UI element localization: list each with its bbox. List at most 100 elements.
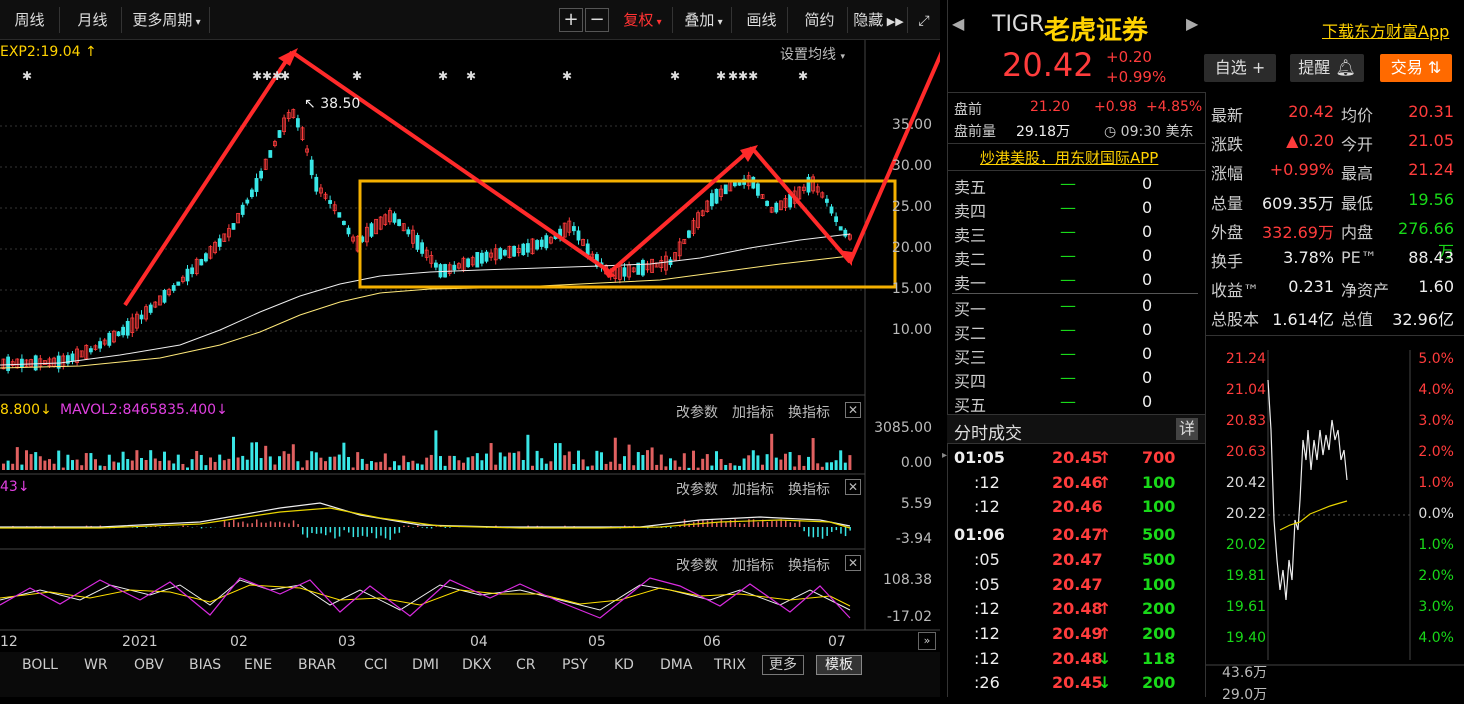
svg-text:✱: ✱	[466, 69, 476, 83]
volume-bar	[715, 451, 718, 470]
macd-y-label: 5.59	[862, 496, 932, 512]
kdj-j-line	[0, 578, 850, 618]
ask-row[interactable]: 卖五—0	[952, 174, 1202, 198]
premarket-label: 盘前	[954, 99, 982, 119]
bid-row[interactable]: 买五—0	[952, 392, 1202, 416]
watch-label: 自选	[1215, 58, 1247, 77]
overlay-dropdown[interactable]: 叠加 ▾	[676, 7, 732, 33]
indicator-tab[interactable]: CCI	[364, 657, 388, 673]
level-volume: 0	[1142, 344, 1152, 363]
ma-settings-button[interactable]: 设置均线 ▾	[780, 44, 845, 64]
add-indicator-button[interactable]: 加指标	[732, 555, 774, 575]
indicator-tab[interactable]: TRIX	[714, 657, 746, 673]
indicator-tab[interactable]: ENE	[244, 657, 272, 673]
download-app-link[interactable]: 下载东方财富App	[1322, 18, 1449, 42]
macd-bar	[251, 523, 253, 527]
stat-label: 总量	[1211, 190, 1243, 214]
ask-row[interactable]: 卖二—0	[952, 246, 1202, 270]
macd-bar	[233, 520, 235, 527]
volume-bar	[172, 463, 175, 470]
close-panel-button[interactable]: ✕	[845, 479, 861, 495]
indicator-tab[interactable]: WR	[84, 657, 108, 673]
volume-bar	[816, 463, 819, 470]
volume-bar	[163, 452, 166, 470]
macd-bar	[316, 527, 318, 534]
indicator-tab[interactable]: BRAR	[298, 657, 336, 673]
next-stock-button[interactable]: ▶	[1186, 14, 1198, 33]
trade-button[interactable]: 交易 ⇅	[1380, 54, 1452, 82]
indicator-tab[interactable]: BIAS	[189, 657, 221, 673]
hide-label: 隐藏	[853, 11, 883, 29]
indicator-tab[interactable]: DKX	[462, 657, 492, 673]
tick-row: :1220.48↓118	[952, 649, 1202, 673]
close-panel-button[interactable]: ✕	[845, 555, 861, 571]
draw-button[interactable]: 画线	[736, 7, 788, 33]
change-params-button[interactable]: 改参数	[676, 402, 718, 422]
template-button[interactable]: 模板	[816, 655, 862, 675]
tick-row: 01:0520.45↑700	[952, 448, 1202, 472]
level-label: 卖四	[954, 198, 986, 222]
stat-value: 1.614亿	[1262, 306, 1334, 330]
scroll-right-button[interactable]: »	[918, 632, 936, 650]
switch-indicator-button[interactable]: 换指标	[788, 555, 830, 575]
intraday-price-tick: 20.22	[1210, 506, 1266, 522]
kdj-y-label: 108.38	[862, 572, 932, 588]
tick-time: :12	[974, 497, 1000, 516]
switch-indicator-button[interactable]: 换指标	[788, 479, 830, 499]
alert-button[interactable]: 提醒 🔔︎	[1290, 54, 1364, 82]
stat-value: 332.69万	[1262, 219, 1334, 243]
candle-body	[444, 264, 447, 277]
macd-bar	[307, 527, 309, 538]
svg-text:✱: ✱	[280, 69, 290, 83]
indicator-tab[interactable]: KD	[614, 657, 634, 673]
intraday-price-tick: 19.81	[1210, 568, 1266, 584]
macd-bar	[389, 527, 391, 540]
indicator-tab[interactable]: DMA	[660, 657, 692, 673]
ticks-detail-button[interactable]: 详	[1176, 418, 1198, 440]
weekly-tab[interactable]: 周线	[0, 7, 60, 33]
volume-bar	[80, 465, 83, 470]
minus-icon: −	[589, 9, 604, 30]
y-label: 20.00	[862, 240, 932, 256]
add-indicator-button[interactable]: 加指标	[732, 479, 774, 499]
bid-row[interactable]: 买三—0	[952, 344, 1202, 368]
close-panel-button[interactable]: ✕	[845, 402, 861, 418]
volume-bar	[315, 452, 318, 470]
zoom-out-button[interactable]: −	[585, 8, 609, 32]
bid-row[interactable]: 买二—0	[952, 320, 1202, 344]
ask-row[interactable]: 卖一—0	[952, 270, 1202, 294]
add-indicator-button[interactable]: 加指标	[732, 402, 774, 422]
macd-bar	[256, 519, 258, 527]
prev-stock-button[interactable]: ◀	[952, 14, 964, 33]
bid-row[interactable]: 买一—0	[952, 296, 1202, 320]
bid-row[interactable]: 买四—0	[952, 368, 1202, 392]
restore-dropdown[interactable]: 复权 ▾	[613, 7, 673, 33]
close-icon: ✕	[848, 480, 858, 494]
indicator-tab[interactable]: PSY	[562, 657, 588, 673]
more-indicators-button[interactable]: 更多	[762, 655, 804, 675]
ask-row[interactable]: 卖四—0	[952, 198, 1202, 222]
volume-bar	[480, 460, 483, 470]
fullscreen-button[interactable]: ⤢	[910, 7, 938, 33]
change-params-button[interactable]: 改参数	[676, 479, 718, 499]
change-params-button[interactable]: 改参数	[676, 555, 718, 575]
indicator-tab[interactable]: CR	[516, 657, 536, 673]
add-watchlist-button[interactable]: 自选 +	[1204, 54, 1276, 82]
zoom-in-button[interactable]: +	[559, 8, 583, 32]
candle-body	[844, 230, 847, 236]
promo-link[interactable]: 炒港美股，用东财国际APP	[980, 147, 1158, 168]
level-label: 卖二	[954, 246, 986, 270]
ask-row[interactable]: 卖三—0	[952, 222, 1202, 246]
candle-body	[393, 214, 396, 223]
indicator-tab[interactable]: OBV	[134, 657, 164, 673]
volume-bar	[752, 450, 755, 470]
switch-indicator-button[interactable]: 换指标	[788, 402, 830, 422]
more-periods-dropdown[interactable]: 更多周期 ▾	[124, 7, 210, 33]
stat-value: 3.78%	[1262, 248, 1334, 267]
simple-button[interactable]: 简约	[792, 7, 848, 33]
indicator-tab[interactable]: BOLL	[22, 657, 58, 673]
indicator-tab[interactable]: DMI	[412, 657, 439, 673]
hide-button[interactable]: 隐藏 ▶▶	[850, 7, 908, 33]
monthly-tab[interactable]: 月线	[64, 7, 122, 33]
volume-bar	[738, 466, 741, 470]
